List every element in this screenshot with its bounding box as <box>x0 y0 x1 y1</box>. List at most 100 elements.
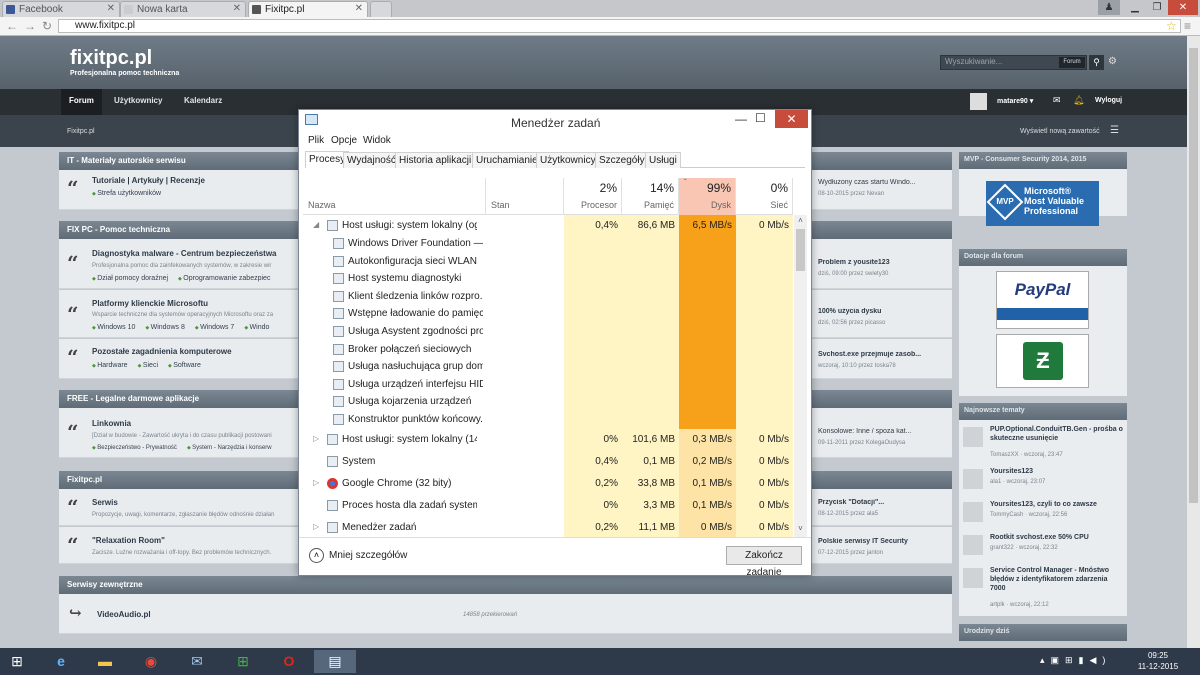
nav-forum[interactable]: Forum <box>61 89 102 115</box>
opera-icon[interactable]: O <box>276 650 302 673</box>
chevron-up-icon[interactable]: ˄ <box>309 548 324 563</box>
service-row[interactable]: Klient śledzenia linków rozpro... <box>303 288 793 306</box>
maximize-icon[interactable]: ☐ <box>755 111 766 125</box>
logout-link[interactable]: Wyloguj <box>1095 97 1122 104</box>
gear-icon[interactable]: ⚙ <box>1108 56 1117 67</box>
last-post-title[interactable]: 100% użycia dysku <box>818 308 948 315</box>
breadcrumb[interactable]: Fixitpc.pl <box>67 128 95 135</box>
subforum-link[interactable]: Strefa użytkowników <box>92 190 161 197</box>
expand-arrow-icon[interactable]: ▷ <box>313 434 319 443</box>
subforum-link[interactable]: Hardware <box>92 362 128 369</box>
bell-icon[interactable]: 🔔︎ <box>1073 95 1084 106</box>
tab-performance[interactable]: Wydajność <box>343 152 400 168</box>
forum-title[interactable]: "Relaxation Room" <box>92 536 165 545</box>
close-tab-icon[interactable]: ✕ <box>355 3 363 14</box>
last-post-title[interactable]: Problem z yousite123 <box>818 259 948 266</box>
subforum-link[interactable]: Bezpieczeństwo - Prywatność <box>92 445 177 451</box>
topic-title[interactable]: PUP.Optional.ConduitTB.Gen - prośba o sk… <box>990 425 1123 443</box>
close-icon[interactable]: ✕ <box>775 110 808 128</box>
windows-start-icon[interactable]: ⊞ <box>4 650 30 673</box>
subforum-link[interactable]: System - Narzędzia i konserw <box>187 445 272 451</box>
process-row[interactable]: ▷ Host usługi: system lokalny (14) 0% 10… <box>303 431 793 449</box>
topic-title[interactable]: Service Control Manager - Mnóstwo błędów… <box>990 566 1123 593</box>
forum-title[interactable]: Platformy klienckie Microsoftu <box>92 299 208 308</box>
fewer-details-link[interactable]: Mniej szczegółów <box>329 550 407 561</box>
last-post-title[interactable]: Przycisk "Dotacji"... <box>818 499 948 506</box>
mvp-badge[interactable]: MVP Microsoft® Most Valuable Professional <box>986 181 1099 226</box>
col-network[interactable]: 0% Sieć <box>736 178 793 215</box>
col-name[interactable]: Nazwa <box>303 178 486 215</box>
menu-icon[interactable]: ≡ <box>1184 19 1191 33</box>
topic-item[interactable]: Yoursites123, czyli to co zawsze TommyCas… <box>959 498 1127 531</box>
last-post-title[interactable]: Wydłużony czas startu Windo... <box>818 179 948 186</box>
minimize-icon[interactable]: ▁ <box>1124 0 1146 15</box>
bookmark-star-icon[interactable]: ☆ <box>1166 19 1177 33</box>
process-group-row[interactable]: ◢ Host usługi: system lokalny (ogr... 0,… <box>303 217 793 235</box>
process-row[interactable]: Proces hosta dla zadań systemu ... 0% 3,… <box>303 497 793 515</box>
tab-app-history[interactable]: Historia aplikacji <box>395 152 476 168</box>
restore-icon[interactable]: ❐ <box>1146 0 1168 15</box>
tab-fixitpc[interactable]: Fixitpc.pl ✕ <box>248 1 368 17</box>
topic-title[interactable]: Rootkit svchost.exe 50% CPU <box>990 533 1123 542</box>
clock[interactable]: 09:25 11-12-2015 <box>1128 650 1188 672</box>
tab-users[interactable]: Użytkownicy <box>536 152 600 168</box>
scroll-down-icon[interactable]: ˅ <box>794 524 807 533</box>
list-scroll-thumb[interactable] <box>796 229 805 271</box>
service-row[interactable]: Autokonfiguracja sieci WLAN <box>303 253 793 271</box>
internet-explorer-icon[interactable]: e <box>48 650 74 673</box>
new-tab-button[interactable] <box>370 1 392 17</box>
list-scrollbar[interactable]: ˄ ˅ <box>794 215 807 537</box>
tm-title-bar[interactable]: Menedżer zadań — ☐ ✕ <box>299 110 811 132</box>
subforum-link[interactable]: Oprogramowanie zabezpiec <box>178 275 270 282</box>
avatar[interactable] <box>970 93 987 110</box>
process-row[interactable]: ▷ Menedżer zadań 0,2% 11,1 MB 0 MB/s 0 M… <box>303 519 793 537</box>
subforum-link[interactable]: Sieci <box>138 362 158 369</box>
menu-file[interactable]: Plik <box>308 135 324 146</box>
last-post-title[interactable]: Svchost.exe przejmuje zasob... <box>818 351 948 358</box>
url-field[interactable]: www.fixitpc.pl <box>58 19 1181 33</box>
tab-new-tab[interactable]: Nowa karta ✕ <box>120 1 246 17</box>
username[interactable]: matare90 ▾ <box>997 97 1033 105</box>
task-manager-taskbar-icon[interactable]: ▤ <box>314 650 356 673</box>
service-row[interactable]: Usługa Asystent zgodności pro... <box>303 323 793 341</box>
expand-arrow-icon[interactable]: ▷ <box>313 522 319 531</box>
topic-item[interactable]: Yoursites123 ala1 · wczoraj, 23:07 <box>959 465 1127 498</box>
nav-users[interactable]: Użytkownicy <box>106 89 170 115</box>
end-task-button[interactable]: Zakończ zadanie <box>726 546 802 578</box>
scrollbar-thumb[interactable] <box>1189 48 1198 503</box>
service-row[interactable]: Usługa kojarzenia urządzeń <box>303 393 793 411</box>
subforum-link[interactable]: Windows 8 <box>145 324 184 331</box>
service-row[interactable]: Wstępne ładowanie do pamięci <box>303 305 793 323</box>
service-row[interactable]: Broker połączeń sieciowych <box>303 341 793 359</box>
forum-row[interactable]: ↪ VideoAudio.pl 14858 przekierowań <box>59 594 952 634</box>
scroll-up-icon[interactable]: ˄ <box>794 216 807 225</box>
process-row[interactable]: System 0,4% 0,1 MB 0,2 MB/s 0 Mb/s <box>303 453 793 471</box>
service-row[interactable]: Konstruktor punktów końcowy... <box>303 411 793 429</box>
subforum-link[interactable]: Software <box>168 362 201 369</box>
topic-title[interactable]: Yoursites123, czyli to co zawsze <box>990 500 1123 509</box>
tab-details[interactable]: Szczegóły <box>595 152 649 168</box>
last-post-title[interactable]: Polskie serwisy IT Security <box>818 538 948 545</box>
forum-title[interactable]: Tutoriale | Artykuły | Recenzje <box>92 176 205 185</box>
show-new-content-link[interactable]: Wyświetl nową zawartość <box>1020 128 1100 135</box>
bz-donate-logo[interactable]: Ƶ <box>996 334 1089 388</box>
topic-item[interactable]: PUP.Optional.ConduitTB.Gen - prośba o sk… <box>959 423 1127 458</box>
subforum-link[interactable]: Windo <box>244 324 269 331</box>
forum-title[interactable]: Diagnostyka malware - Centrum bezpieczeń… <box>92 249 277 258</box>
forum-title[interactable]: Serwis <box>92 498 118 507</box>
menu-view[interactable]: Widok <box>363 135 391 146</box>
topic-item[interactable]: Service Control Manager - Mnóstwo błędów… <box>959 564 1127 614</box>
user-icon[interactable]: ♟ <box>1098 0 1120 15</box>
forward-icon[interactable]: → <box>24 19 36 33</box>
search-icon[interactable]: ⚲ <box>1089 55 1104 70</box>
envelope-icon[interactable]: ✉ <box>1053 95 1061 106</box>
file-explorer-icon[interactable]: ▬ <box>92 650 118 673</box>
nav-calendar[interactable]: Kalendarz <box>176 89 230 115</box>
subforum-link[interactable]: Windows 10 <box>92 324 135 331</box>
subforum-link[interactable]: Windows 7 <box>195 324 234 331</box>
site-logo[interactable]: fixitpc.pl <box>70 47 152 70</box>
minimize-icon[interactable]: — <box>735 112 747 126</box>
close-window-icon[interactable]: ✕ <box>1168 0 1198 15</box>
forum-title[interactable]: Linkownia <box>92 419 131 428</box>
subforum-link[interactable]: Dział pomocy doraźnej <box>92 275 168 282</box>
